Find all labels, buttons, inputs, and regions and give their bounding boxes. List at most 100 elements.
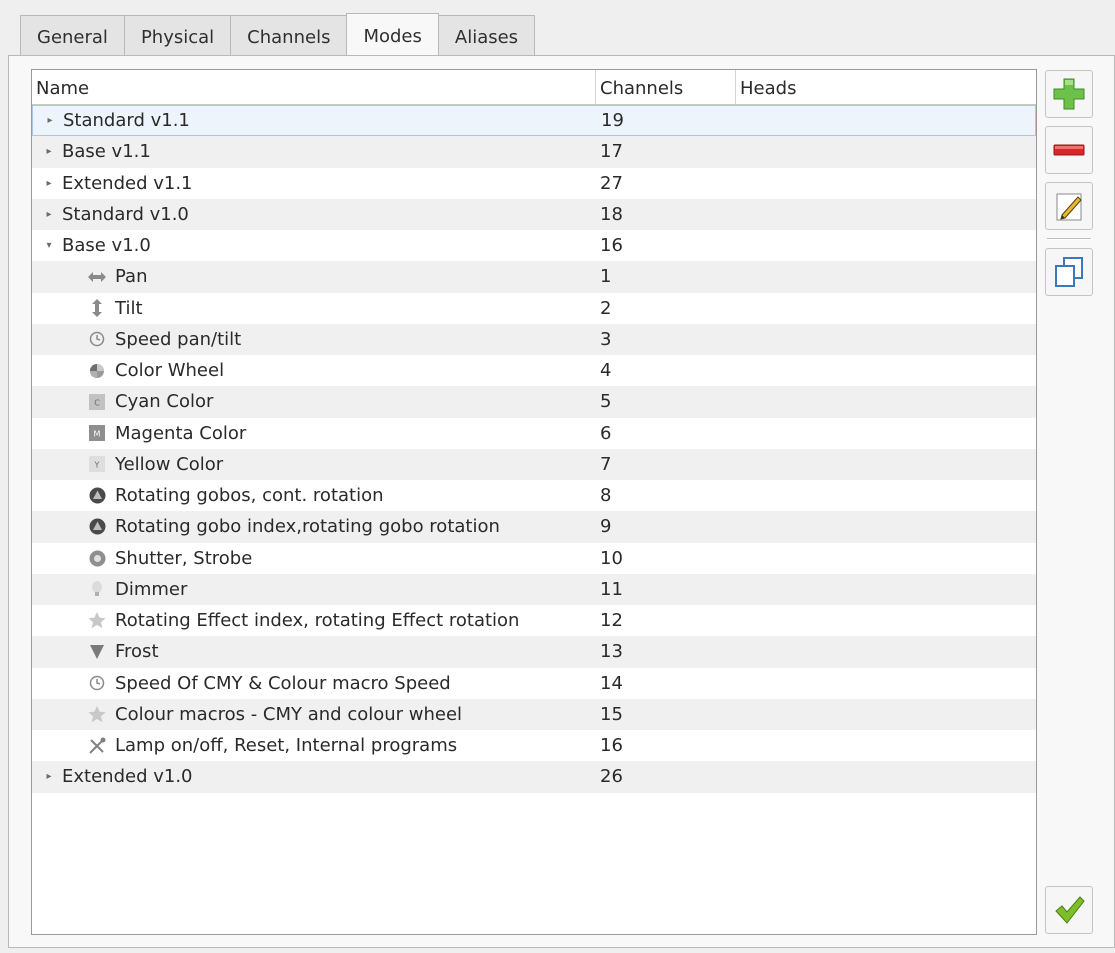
channel-row[interactable]: Frost 13 bbox=[32, 636, 1036, 668]
tree-header: Name Channels Heads bbox=[32, 70, 1036, 105]
toolbar-separator bbox=[1047, 238, 1091, 240]
channel-name: Speed pan/tilt bbox=[115, 328, 242, 350]
mode-row[interactable]: ▸ Standard v1.1 19 bbox=[32, 105, 1036, 137]
modes-tree[interactable]: Name Channels Heads ▸ Standard v1.1 19 ▸ Bas… bbox=[31, 69, 1037, 935]
channel-row[interactable]: Shutter, Strobe 10 bbox=[32, 543, 1036, 574]
channels-cell: 17 bbox=[600, 141, 623, 163]
channel-name: Rotating Effect index, rotating Effect r… bbox=[115, 610, 520, 632]
channels-cell: 3 bbox=[600, 328, 612, 350]
expand-arrow-icon[interactable]: ▸ bbox=[32, 146, 62, 157]
column-header-name[interactable]: Name bbox=[32, 70, 596, 104]
channels-cell: 4 bbox=[600, 360, 612, 382]
channels-cell: 26 bbox=[600, 766, 623, 788]
tree-rows: ▸ Standard v1.1 19 ▸ Base v1.1 17 ▸ Extended v1… bbox=[32, 105, 1036, 793]
yellow-icon: Y bbox=[88, 455, 106, 473]
name-cell: Lamp on/off, Reset, Internal programs bbox=[32, 735, 596, 756]
channel-name: Tilt bbox=[115, 297, 143, 319]
channel-name: Rotating gobo index,rotating gobo rotati… bbox=[115, 516, 500, 538]
expand-arrow-icon[interactable]: ▸ bbox=[33, 115, 63, 126]
tilt-icon bbox=[88, 299, 106, 318]
gobo-icon bbox=[88, 487, 106, 505]
gobo-icon bbox=[88, 518, 106, 536]
pan-icon bbox=[88, 268, 106, 286]
channel-row[interactable]: Tilt 2 bbox=[32, 293, 1036, 324]
name-cell: ▾ Base v1.0 bbox=[32, 235, 596, 256]
channel-row[interactable]: Rotating Effect index, rotating Effect r… bbox=[32, 605, 1036, 636]
mode-row[interactable]: ▸ Extended v1.0 26 bbox=[32, 761, 1036, 793]
name-cell: Color Wheel bbox=[32, 360, 596, 381]
channel-row[interactable]: Dimmer 11 bbox=[32, 573, 1036, 605]
channel-name: Magenta Color bbox=[115, 422, 247, 444]
minus-icon bbox=[1052, 133, 1086, 167]
mode-row[interactable]: ▾ Base v1.0 16 bbox=[32, 230, 1036, 261]
channels-cell: 15 bbox=[600, 703, 623, 725]
channel-row[interactable]: Rotating gobo index,rotating gobo rotati… bbox=[32, 511, 1036, 543]
channels-cell: 19 bbox=[601, 110, 624, 132]
name-cell: Pan bbox=[32, 266, 596, 287]
expand-arrow-icon[interactable]: ▸ bbox=[32, 178, 62, 189]
channel-name: Shutter, Strobe bbox=[115, 547, 253, 569]
frost-icon bbox=[88, 643, 106, 661]
channels-cell: 16 bbox=[600, 235, 623, 257]
channel-row[interactable]: Pan 1 bbox=[32, 261, 1036, 293]
tab-aliases[interactable]: Aliases bbox=[437, 15, 536, 55]
name-cell: Rotating Effect index, rotating Effect r… bbox=[32, 610, 596, 631]
channel-row[interactable]: C Cyan Color 5 bbox=[32, 386, 1036, 418]
channel-name: Cyan Color bbox=[115, 391, 214, 413]
add-mode-button[interactable] bbox=[1045, 70, 1093, 118]
expand-arrow-icon[interactable]: ▸ bbox=[32, 771, 62, 782]
column-header-channels[interactable]: Channels bbox=[596, 70, 736, 104]
channel-name: Pan bbox=[115, 266, 148, 288]
channels-cell: 7 bbox=[600, 453, 612, 475]
mode-name: Standard v1.0 bbox=[62, 203, 189, 225]
channel-name: Color Wheel bbox=[115, 360, 225, 382]
remove-mode-button[interactable] bbox=[1045, 126, 1093, 174]
clone-mode-button[interactable] bbox=[1045, 248, 1093, 296]
ok-button[interactable] bbox=[1045, 886, 1093, 934]
name-cell: Tilt bbox=[32, 298, 596, 319]
mode-name: Base v1.0 bbox=[62, 235, 151, 257]
mode-row[interactable]: ▸ Extended v1.1 27 bbox=[32, 168, 1036, 199]
mode-name: Base v1.1 bbox=[62, 141, 151, 163]
channel-row[interactable]: Speed pan/tilt 3 bbox=[32, 323, 1036, 355]
name-cell: Frost bbox=[32, 641, 596, 662]
tab-physical[interactable]: Physical bbox=[123, 15, 232, 55]
column-header-heads[interactable]: Heads bbox=[736, 70, 1036, 104]
mode-name: Standard v1.1 bbox=[63, 110, 190, 132]
channels-cell: 6 bbox=[600, 422, 612, 444]
channel-name: Rotating gobos, cont. rotation bbox=[115, 485, 384, 507]
channel-row[interactable]: Rotating gobos, cont. rotation 8 bbox=[32, 480, 1036, 511]
shutter-icon bbox=[88, 549, 106, 567]
channel-row[interactable]: Colour macros - CMY and colour wheel 15 bbox=[32, 698, 1036, 730]
svg-text:C: C bbox=[94, 398, 100, 407]
channel-row[interactable]: Speed Of CMY & Colour macro Speed 14 bbox=[32, 668, 1036, 699]
magenta-icon: M bbox=[88, 424, 106, 442]
channels-cell: 2 bbox=[600, 297, 612, 319]
name-cell: Rotating gobo index,rotating gobo rotati… bbox=[32, 516, 596, 537]
tab-general[interactable]: General bbox=[20, 15, 125, 55]
channel-name: Colour macros - CMY and colour wheel bbox=[115, 703, 463, 725]
collapse-arrow-icon[interactable]: ▾ bbox=[32, 240, 62, 251]
name-cell: Speed pan/tilt bbox=[32, 329, 596, 350]
svg-text:M: M bbox=[94, 430, 101, 439]
channel-row[interactable]: Y Yellow Color 7 bbox=[32, 448, 1036, 480]
channels-cell: 5 bbox=[600, 391, 612, 413]
channels-cell: 12 bbox=[600, 610, 623, 632]
channels-cell: 18 bbox=[600, 203, 623, 225]
speed-icon bbox=[88, 674, 106, 692]
name-cell: Rotating gobos, cont. rotation bbox=[32, 485, 596, 506]
name-cell: ▸ Standard v1.0 bbox=[32, 204, 596, 225]
mode-row[interactable]: ▸ Base v1.1 17 bbox=[32, 136, 1036, 168]
channel-row[interactable]: Color Wheel 4 bbox=[32, 355, 1036, 386]
expand-arrow-icon[interactable]: ▸ bbox=[32, 209, 62, 220]
channel-row[interactable]: Lamp on/off, Reset, Internal programs 16 bbox=[32, 730, 1036, 761]
tab-channels[interactable]: Channels bbox=[230, 15, 348, 55]
name-cell: ▸ Base v1.1 bbox=[32, 141, 596, 162]
channel-row[interactable]: M Magenta Color 6 bbox=[32, 418, 1036, 449]
name-cell: ▸ Standard v1.1 bbox=[33, 110, 597, 131]
edit-mode-button[interactable] bbox=[1045, 182, 1093, 230]
tab-modes[interactable]: Modes bbox=[346, 13, 439, 55]
channels-cell: 13 bbox=[600, 641, 623, 663]
channels-cell: 14 bbox=[600, 672, 623, 694]
mode-row[interactable]: ▸ Standard v1.0 18 bbox=[32, 198, 1036, 230]
